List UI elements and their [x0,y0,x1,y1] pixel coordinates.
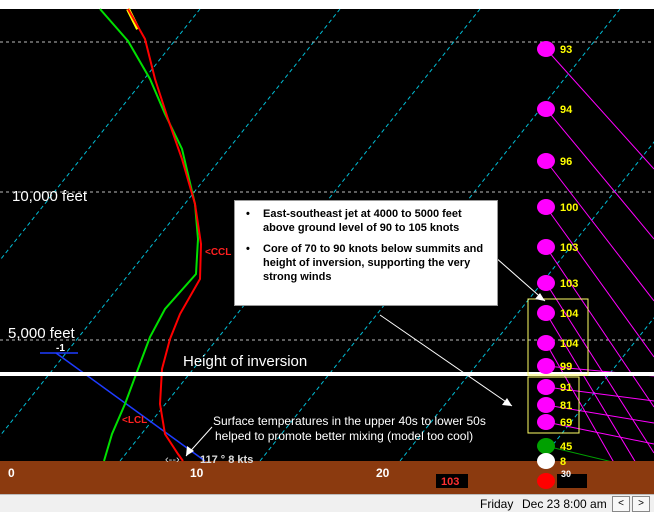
surface-note-line2: helped to promote better mixing (model t… [215,429,473,443]
wind-speed-label: 104 [560,338,579,350]
lcl-label: <LCL [122,415,147,426]
wind-speed-dot [537,153,555,169]
wind-speed-dot [537,275,555,291]
inversion-label: Height of inversion [183,353,307,370]
ccl-label: <CCL [205,247,231,258]
wind-speed-dot [537,453,555,469]
surface-wind-arrow: ‹‑‑› [165,454,180,466]
ground-readout: 103 [441,476,459,488]
wind-speed-label: 69 [560,417,572,429]
wind-speed-label: 8 [560,456,566,468]
wind-speed-dot [537,438,555,454]
wind-speed-dot [537,397,555,413]
wind-speed-dot [537,379,555,395]
wind-speed-dot [537,414,555,430]
x-tick-20: 20 [376,466,390,480]
status-bar: Friday Dec 23 8:00 am < > [0,494,654,512]
wind-speed-label: 99 [560,361,572,373]
wind-speed-dot [537,101,555,117]
wind-speed-label: 45 [560,441,572,453]
annotation-callout: East-southeast jet at 4000 to 5000 feet … [234,200,498,306]
altitude-label-5000: 5,000 feet [8,325,76,342]
wind-speed-label: 81 [560,400,572,412]
wind-speed-label: 94 [560,104,573,116]
wind-speed-dot [537,335,555,351]
wind-speed-label: 103 [560,242,578,254]
wind-speed-dot [537,239,555,255]
surface-note-line1: Surface temperatures in the upper 40s to… [213,414,486,428]
wind-speed-label: 100 [560,202,578,214]
skewt-window: 9394961001031031041049991816945818 10,00… [0,0,654,512]
prev-time-button[interactable]: < [612,496,630,512]
wind-speed-label: 91 [560,382,572,394]
wind-speed-dot [537,41,555,57]
callout-bullet-jet: East-southeast jet at 4000 to 5000 feet … [243,207,489,235]
wind-speed-dot [537,358,555,374]
ground-sub-label: 30 [561,469,571,479]
wind-speed-label: 96 [560,156,572,168]
wind-speed-label: 104 [560,308,579,320]
x-tick-10: 10 [190,466,204,480]
next-time-button[interactable]: > [632,496,650,512]
status-datetime: Dec 23 8:00 am [522,497,607,511]
altitude-label-10000: 10,000 feet [12,188,88,205]
wind-speed-dot [537,473,555,489]
callout-bullet-core: Core of 70 to 90 knots below summits and… [243,242,489,284]
surface-wind-readout: 117 ° 8 kts [200,454,253,466]
wind-speed-dot [537,199,555,215]
x-tick-0: 0 [8,466,15,480]
wind-speed-dot [537,305,555,321]
wind-speed-label: 103 [560,278,578,290]
lifted-index-value: -1 [56,343,65,354]
status-day: Friday [480,497,514,511]
wind-speed-label: 93 [560,44,572,56]
